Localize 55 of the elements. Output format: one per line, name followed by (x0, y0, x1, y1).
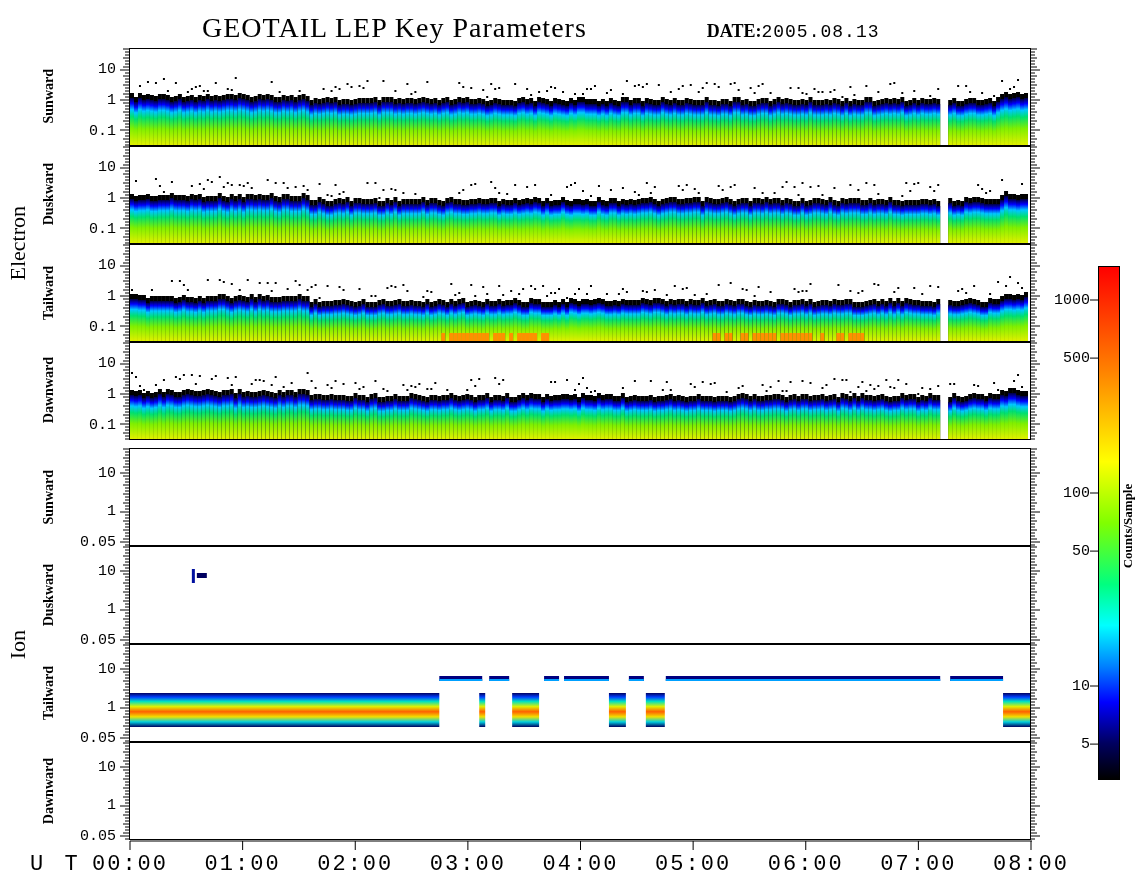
tick-label: 10 (98, 562, 116, 580)
group-label: Ion (5, 629, 31, 660)
axis-label: Duskward (41, 564, 57, 627)
tick-label: 1 (107, 385, 116, 402)
axis-label: Sunward (41, 470, 57, 525)
tick-label: 00:00 (92, 852, 168, 878)
tick-label: 10 (98, 660, 116, 678)
tick-label: 0.1 (89, 122, 116, 139)
tick-label: 0.05 (80, 533, 116, 551)
axis-label: Tailward (41, 666, 57, 721)
axis-title: U T (30, 852, 82, 878)
tick-label: 0.1 (89, 416, 116, 433)
date-label: DATE: (706, 20, 762, 41)
tick-label: 10 (98, 256, 116, 273)
tick-label: 07:00 (880, 852, 957, 878)
tick-label: 50 (1072, 542, 1090, 560)
axis-label: Dawnward (41, 758, 57, 825)
tick-label: 1 (107, 698, 116, 716)
tick-label: 0.05 (80, 827, 116, 845)
tick-label: 03:00 (429, 852, 506, 878)
tick-label: 05:00 (655, 852, 732, 878)
tick-label: 100 (1063, 484, 1090, 502)
tick-label: 1 (107, 287, 116, 304)
date-value: 2005.08.13 (761, 21, 880, 42)
tick-label: 0.1 (89, 318, 116, 335)
tick-label: 10 (98, 158, 116, 175)
tick-label: 1 (107, 796, 116, 814)
tick-label: 1 (107, 502, 116, 520)
axis-label: Sunward (41, 69, 57, 124)
tick-label: 10 (98, 60, 116, 77)
tick-label: 1000 (1054, 291, 1090, 309)
tick-label: 500 (1063, 349, 1090, 367)
chart-title: GEOTAIL LEP Key Parameters (202, 13, 587, 42)
tick-label: 10 (98, 354, 116, 371)
tick-label: 01:00 (204, 852, 281, 878)
tick-label: 0.05 (80, 729, 116, 747)
tick-label: 10 (98, 758, 116, 776)
axis-label: Tailward (41, 265, 57, 320)
tick-label: 1 (107, 600, 116, 618)
tick-label: 08:00 (993, 852, 1069, 878)
tick-label: 5 (1081, 735, 1090, 753)
axis-label: Dawnward (41, 357, 57, 424)
group-label: Electron (5, 206, 31, 281)
tick-label: 1 (107, 91, 116, 108)
tick-label: 10 (98, 464, 116, 482)
axis-label: Duskward (41, 163, 57, 226)
tick-label: 04:00 (542, 852, 619, 878)
tick-label: 10 (1072, 677, 1090, 695)
tick-label: 1 (107, 189, 116, 206)
tick-label: 0.05 (80, 631, 116, 649)
colorbar-title: Counts/Sample (1120, 483, 1136, 569)
spectrogram-drawing (191, 569, 207, 584)
tick-label: 02:00 (317, 852, 394, 878)
tick-label: 06:00 (767, 852, 844, 878)
tick-label: 0.1 (89, 220, 116, 237)
